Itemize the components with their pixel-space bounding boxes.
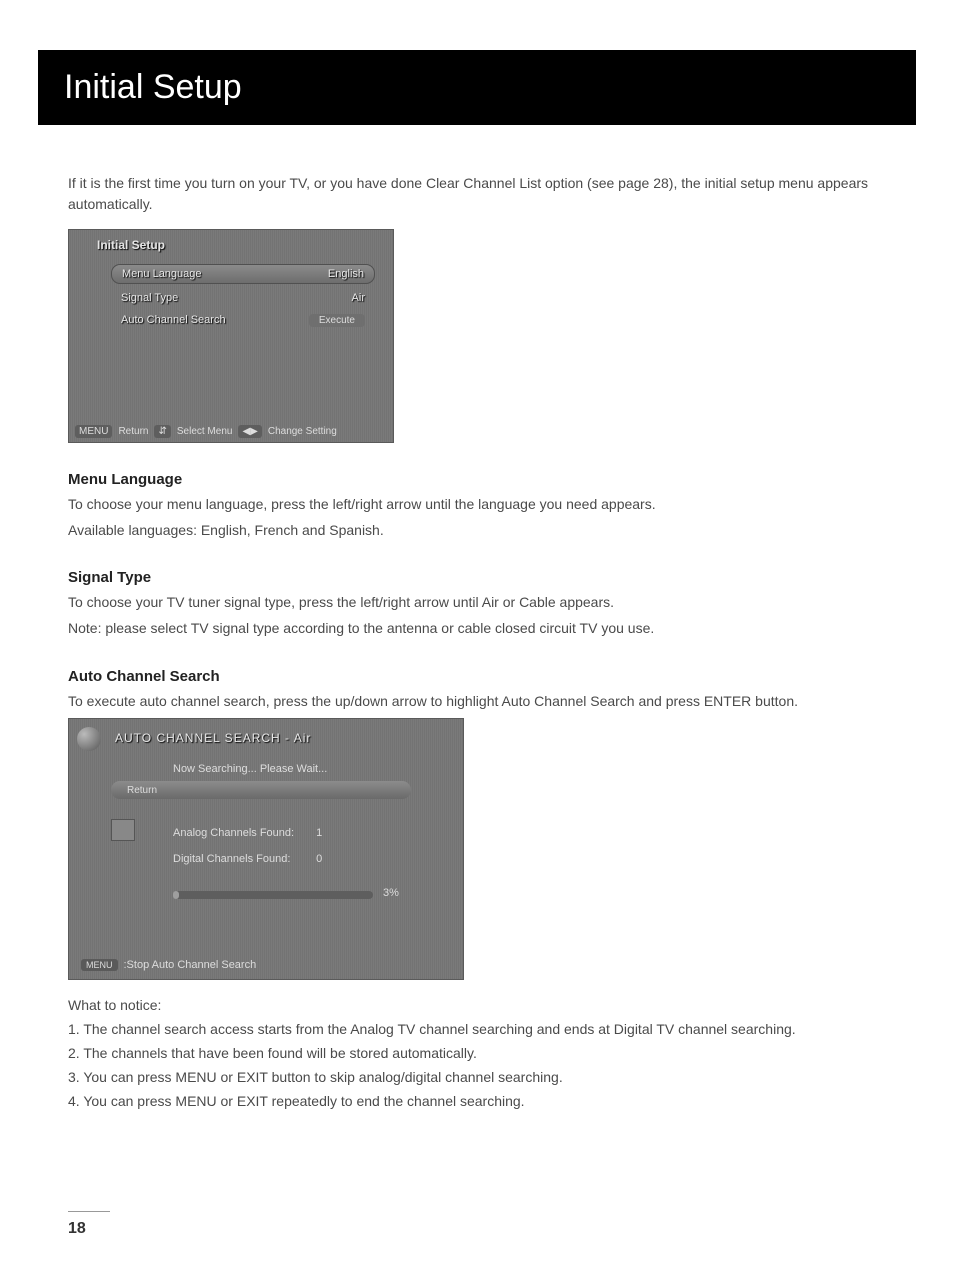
notice-heading: What to notice: <box>68 994 886 1018</box>
footer-return: Return <box>118 426 148 437</box>
stop-search-label: :Stop Auto Channel Search <box>124 959 257 971</box>
menu-row-label: Signal Type <box>121 292 178 304</box>
analog-found-value: 1 <box>316 827 322 839</box>
notice-item: 4. You can press MENU or EXIT repeatedly… <box>68 1090 886 1114</box>
footer-change: Change Setting <box>268 426 337 437</box>
analog-found-label: Analog Channels Found: <box>173 827 313 839</box>
section-text: To execute auto channel search, press th… <box>68 691 886 713</box>
section-text: To choose your TV tuner signal type, pre… <box>68 592 886 614</box>
intro-text: If it is the first time you turn on your… <box>68 173 886 215</box>
stop-search-footer: MENU :Stop Auto Channel Search <box>81 959 256 971</box>
section-text: Available languages: English, French and… <box>68 520 886 542</box>
progress-bar <box>173 891 373 899</box>
menu-row-label: Auto Channel Search <box>121 314 226 326</box>
digital-found-label: Digital Channels Found: <box>173 853 313 865</box>
section-signal-type: Signal Type To choose your TV tuner sign… <box>68 569 886 639</box>
execute-button: Execute <box>309 314 365 327</box>
menu-key-icon: MENU <box>81 959 118 971</box>
section-auto-search: Auto Channel Search To execute auto chan… <box>68 668 886 713</box>
analog-found-row: Analog Channels Found: 1 <box>173 827 322 839</box>
page-title: Initial Setup <box>38 50 916 125</box>
section-menu-language: Menu Language To choose your menu langua… <box>68 471 886 541</box>
tv-menu-title: Initial Setup <box>97 238 165 252</box>
digital-found-value: 0 <box>316 853 322 865</box>
digital-found-row: Digital Channels Found: 0 <box>173 853 322 865</box>
menu-row-value: Air <box>352 292 365 304</box>
tv-search-title: AUTO CHANNEL SEARCH - Air <box>115 731 311 745</box>
page-number: 18 <box>68 1220 86 1238</box>
return-label: Return <box>127 785 157 796</box>
notice-item: 3. You can press MENU or EXIT button to … <box>68 1066 886 1090</box>
notice-item: 2. The channels that have been found wil… <box>68 1042 886 1066</box>
globe-icon <box>77 727 101 751</box>
section-heading: Menu Language <box>68 471 886 488</box>
page-number-rule <box>68 1211 110 1212</box>
updown-icon: ⇵ <box>154 425 170 438</box>
leftright-icon: ◀▶ <box>238 425 261 438</box>
menu-row-label: Menu Language <box>122 268 202 280</box>
tv-initial-setup-screenshot: Initial Setup Menu Language English Sign… <box>68 229 394 443</box>
section-text: Note: please select TV signal type accor… <box>68 618 886 640</box>
tv-menu-footer: MENU Return ⇵ Select Menu ◀▶ Change Sett… <box>75 425 387 438</box>
menu-row-signal: Signal Type Air <box>111 288 375 308</box>
section-text: To choose your menu language, press the … <box>68 494 886 516</box>
menu-row-value: English <box>328 268 364 280</box>
return-bar: Return <box>111 781 411 799</box>
menu-row-autosearch: Auto Channel Search Execute <box>111 310 375 330</box>
notice-item: 1. The channel search access starts from… <box>68 1018 886 1042</box>
tv-icon <box>111 819 135 841</box>
menu-key-icon: MENU <box>75 425 112 438</box>
progress-text: 3% <box>383 887 399 899</box>
footer-select: Select Menu <box>177 426 233 437</box>
progress-fill <box>173 891 179 899</box>
tv-auto-search-screenshot: AUTO CHANNEL SEARCH - Air Now Searching.… <box>68 718 464 980</box>
section-heading: Auto Channel Search <box>68 668 886 685</box>
menu-row-language: Menu Language English <box>111 264 375 284</box>
notice-block: What to notice: 1. The channel search ac… <box>68 994 886 1113</box>
section-heading: Signal Type <box>68 569 886 586</box>
tv-search-message: Now Searching... Please Wait... <box>173 763 327 775</box>
